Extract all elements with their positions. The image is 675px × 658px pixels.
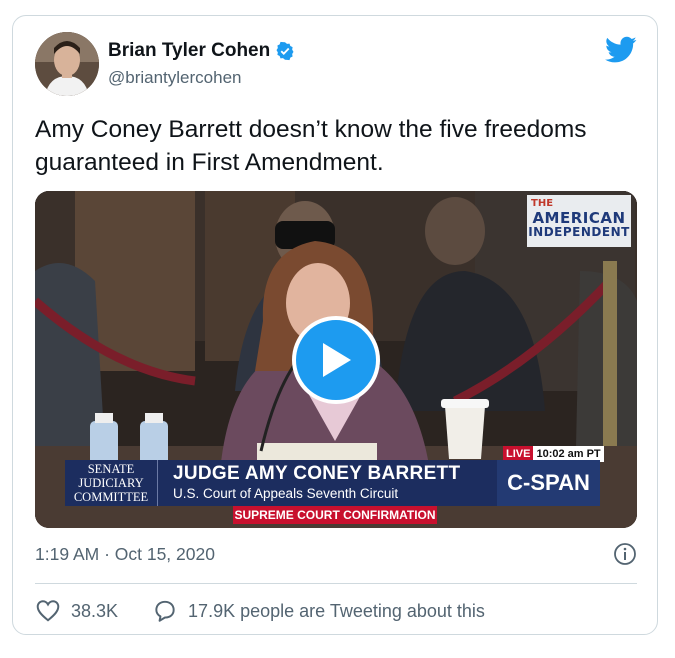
- divider: [35, 583, 637, 584]
- cspan-logo: C-SPAN: [497, 460, 600, 506]
- logo-independent: INDEPENDENT: [528, 225, 630, 239]
- tweet-text: Amy Coney Barrett doesn’t know the five …: [35, 116, 587, 176]
- video-player[interactable]: THE AMERICAN INDEPENDENT LIVE 10:02 am P…: [35, 191, 637, 528]
- american-independent-logo: THE AMERICAN INDEPENDENT: [527, 195, 631, 247]
- info-icon[interactable]: [613, 542, 637, 566]
- committee-line: COMMITTEE: [73, 490, 149, 504]
- author-name[interactable]: Brian Tyler Cohen: [108, 40, 270, 62]
- tweeting-count: 17.9K people are Tweeting about this: [188, 600, 485, 621]
- heart-icon: [36, 600, 60, 622]
- confirmation-banner: SUPREME COURT CONFIRMATION: [233, 506, 437, 524]
- tweet-timestamp[interactable]: 1:19 AM · Oct 15, 2020: [35, 544, 215, 565]
- tweet-card[interactable]: Brian Tyler Cohen @briantylercohen Amy C…: [12, 15, 658, 635]
- avatar-image: [35, 32, 99, 96]
- play-button[interactable]: [292, 316, 380, 404]
- chyron: SENATE JUDICIARY COMMITTEE JUDGE AMY CON…: [65, 460, 600, 506]
- twitter-bird-icon[interactable]: [605, 36, 637, 64]
- avatar[interactable]: [35, 32, 99, 96]
- author-handle[interactable]: @briantylercohen: [108, 68, 242, 88]
- speech-bubble-icon: [155, 600, 175, 622]
- verified-badge-icon: [276, 41, 294, 61]
- play-icon: [323, 343, 351, 377]
- chyron-name: JUDGE AMY CONEY BARRETT: [173, 463, 461, 484]
- committee-line: SENATE: [87, 462, 135, 476]
- committee-label: SENATE JUDICIARY COMMITTEE: [65, 460, 158, 506]
- like-count: 38.3K: [71, 600, 119, 621]
- logo-american: AMERICAN: [532, 209, 626, 227]
- like-button[interactable]: 38.3K: [35, 598, 118, 624]
- author-name-row[interactable]: Brian Tyler Cohen: [108, 40, 295, 62]
- committee-line: JUDICIARY: [78, 476, 144, 490]
- tweeting-link[interactable]: 17.9K people are Tweeting about this: [152, 598, 485, 624]
- chyron-subtitle: U.S. Court of Appeals Seventh Circuit: [173, 486, 399, 501]
- tweet-actions: 38.3K 17.9K people are Tweeting about th…: [35, 598, 485, 624]
